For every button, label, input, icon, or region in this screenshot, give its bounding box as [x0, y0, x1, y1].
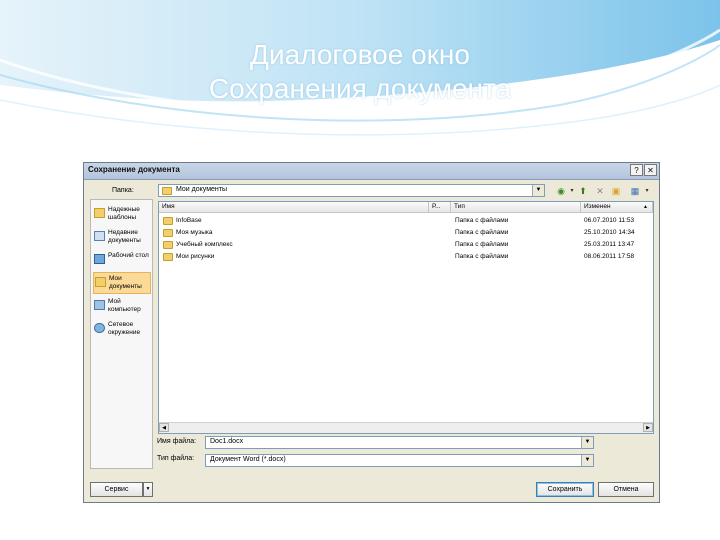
- up-folder-icon[interactable]: ⬆: [577, 185, 589, 197]
- chevron-down-icon[interactable]: ▼: [532, 185, 544, 196]
- horizontal-scrollbar[interactable]: ◀ ▶: [159, 422, 653, 433]
- file-name: Учебный комплекс: [176, 241, 233, 248]
- folder-icon: [163, 217, 173, 225]
- list-item[interactable]: Учебный комплекс Папка с файлами 25.03.2…: [159, 239, 653, 251]
- folder-icon: [163, 229, 173, 237]
- file-modified: 06.07.2010 11:53: [584, 217, 635, 224]
- slide-title-line1: Диалоговое окно: [250, 39, 470, 70]
- desktop-icon: [94, 254, 105, 264]
- file-name: Моя музыка: [176, 229, 213, 236]
- place-trusted-templates[interactable]: Надежные шаблоны: [93, 204, 151, 226]
- place-label: Рабочий стол: [108, 252, 149, 259]
- recent-documents-icon: [94, 231, 105, 241]
- tools-dropdown-icon[interactable]: ▼: [143, 482, 153, 497]
- save-button[interactable]: Сохранить: [536, 482, 594, 497]
- save-dialog: Сохранение документа ? ✕ Папка: Мои доку…: [83, 162, 660, 503]
- places-bar: Надежные шаблоны Недавние документы Рабо…: [90, 199, 153, 469]
- views-icon[interactable]: ▦: [629, 185, 641, 197]
- list-item[interactable]: Мои рисунки Папка с файлами 08.06.2011 1…: [159, 251, 653, 263]
- filename-label: Имя файла:: [157, 438, 197, 445]
- folder-value: Мои документы: [176, 186, 228, 193]
- file-list: Имя Р... Тип Изменен ▲ InfoBase Папка с …: [158, 201, 654, 434]
- place-label: Мои документы: [109, 275, 142, 290]
- filetype-select[interactable]: Документ Word (*.docx) ▼: [205, 454, 594, 467]
- dialog-titlebar[interactable]: Сохранение документа ? ✕: [84, 163, 659, 180]
- filename-value: Doc1.docx: [210, 438, 244, 445]
- file-modified: 25.10.2010 14:34: [584, 229, 635, 236]
- help-button[interactable]: ?: [630, 164, 643, 176]
- file-type: Папка с файлами: [455, 229, 509, 236]
- trusted-templates-icon: [94, 208, 105, 218]
- filetype-label: Тип файла:: [157, 455, 195, 462]
- folder-icon: [163, 253, 173, 261]
- close-button[interactable]: ✕: [644, 164, 657, 176]
- file-type: Папка с файлами: [455, 253, 509, 260]
- file-modified: 25.03.2011 13:47: [584, 241, 635, 248]
- filetype-value: Документ Word (*.docx): [210, 456, 286, 463]
- slide-title: Диалоговое окно Сохранения документа: [0, 38, 720, 106]
- tools-button[interactable]: Сервис: [90, 482, 143, 497]
- list-item[interactable]: Моя музыка Папка с файлами 25.10.2010 14…: [159, 227, 653, 239]
- chevron-down-icon[interactable]: ▼: [581, 455, 593, 466]
- delete-icon[interactable]: ✕: [594, 185, 606, 197]
- column-header-modified-label: Изменен: [584, 203, 611, 210]
- filename-input[interactable]: Doc1.docx ▼: [205, 436, 594, 449]
- folder-combobox[interactable]: Мои документы ▼: [158, 184, 545, 197]
- scroll-left-icon[interactable]: ◀: [159, 423, 169, 432]
- column-header-size[interactable]: Р...: [429, 202, 451, 213]
- chevron-down-icon[interactable]: ▼: [581, 437, 593, 448]
- my-computer-icon: [94, 300, 105, 310]
- new-folder-icon[interactable]: ▣: [610, 185, 622, 197]
- slide-title-line2: Сохранения документа: [208, 73, 512, 104]
- place-desktop[interactable]: Рабочий стол: [93, 250, 151, 272]
- column-header-modified[interactable]: Изменен ▲: [581, 202, 653, 213]
- place-label: Сетевое окружение: [108, 321, 141, 336]
- cancel-button[interactable]: Отмена: [598, 482, 654, 497]
- file-name: InfoBase: [176, 217, 202, 224]
- folder-icon: [163, 241, 173, 249]
- column-header-type[interactable]: Тип: [451, 202, 581, 213]
- place-my-documents[interactable]: Мои документы: [93, 272, 151, 294]
- views-dropdown-icon[interactable]: ▾: [641, 185, 653, 197]
- scroll-right-icon[interactable]: ▶: [643, 423, 653, 432]
- place-my-computer[interactable]: Мой компьютер: [93, 296, 151, 318]
- file-name: Мои рисунки: [176, 253, 215, 260]
- file-type: Папка с файлами: [455, 217, 509, 224]
- place-recent-documents[interactable]: Недавние документы: [93, 227, 151, 249]
- list-item[interactable]: InfoBase Папка с файлами 06.07.2010 11:5…: [159, 215, 653, 227]
- folder-label: Папка:: [112, 187, 134, 194]
- network-icon: [94, 323, 105, 333]
- dialog-title: Сохранение документа: [88, 165, 180, 174]
- place-label: Надежные шаблоны: [108, 206, 140, 221]
- slide-header-background: Диалоговое окно Сохранения документа: [0, 0, 720, 140]
- file-modified: 08.06.2011 17:58: [584, 253, 635, 260]
- folder-icon: [162, 187, 172, 195]
- place-label: Мой компьютер: [108, 298, 141, 313]
- column-header-name[interactable]: Имя: [159, 202, 429, 213]
- sort-ascending-icon: ▲: [643, 204, 648, 210]
- my-documents-icon: [95, 277, 106, 287]
- place-label: Недавние документы: [108, 229, 141, 244]
- file-type: Папка с файлами: [455, 241, 509, 248]
- place-network[interactable]: Сетевое окружение: [93, 319, 151, 341]
